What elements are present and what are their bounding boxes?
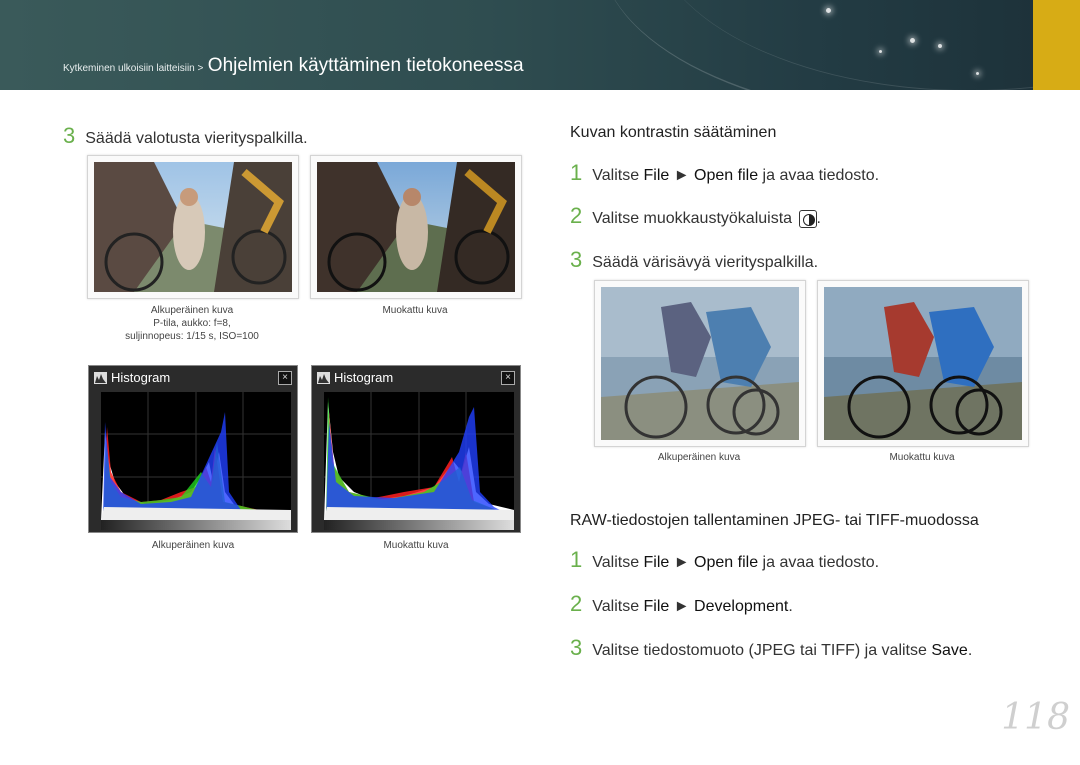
header-banner: Kytkeminen ulkoisiin laitteisiin > Ohjel… [0, 0, 1080, 90]
menu-open-file: Open file [694, 554, 759, 571]
step-text: . [816, 210, 821, 227]
contrast-step-3: 3 Säädä värisävyä vierityspalkilla. [570, 247, 818, 273]
step-text: Valitse [592, 167, 644, 184]
menu-development: Development [694, 598, 789, 615]
sparkle [938, 44, 942, 48]
histogram-icon [317, 372, 330, 384]
breadcrumb-parent: Kytkeminen ulkoisiin laitteisiin > [63, 63, 204, 74]
arrow: ► [669, 167, 695, 184]
step-text: Valitse muokkaustyökaluista [592, 210, 797, 227]
histogram-title: Histogram [334, 370, 394, 385]
menu-file: File [643, 167, 670, 184]
close-icon[interactable]: × [501, 371, 515, 385]
menu-save: Save [931, 642, 968, 659]
step-number: 3 [570, 247, 583, 272]
raw-heading: RAW-tiedostojen tallentaminen JPEG- tai … [570, 512, 979, 529]
caption-line: suljinnopeus: 1/15 s, ISO=100 [125, 331, 259, 342]
histogram-caption-original: Alkuperäinen kuva [151, 540, 235, 551]
caption-line: P-tila, aukko: f=8, [153, 318, 231, 329]
photo-modified-frame [310, 155, 522, 299]
step-number: 2 [570, 591, 583, 616]
raw-step-3: 3 Valitse tiedostomuoto (JPEG tai TIFF) j… [570, 635, 972, 661]
histogram-slider[interactable] [101, 520, 291, 530]
histogram-title: Histogram [111, 370, 171, 385]
bike-caption-original: Alkuperäinen kuva [657, 452, 741, 463]
step-text: Säädä valotusta vierityspalkilla. [85, 130, 308, 147]
bike-photo-modified [824, 287, 1022, 440]
menu-open-file: Open file [694, 167, 759, 184]
contrast-heading: Kuvan kontrastin säätäminen [570, 124, 777, 141]
sparkle [879, 50, 882, 53]
step-number: 1 [570, 547, 583, 572]
sparkle [976, 72, 979, 75]
histogram-original: Histogram × [88, 365, 298, 533]
step-number: 1 [570, 160, 583, 185]
page-number: 118 [1001, 697, 1070, 738]
step-text: Valitse tiedostomuoto (JPEG tai TIFF) ja… [592, 642, 932, 659]
sparkle [826, 8, 831, 13]
histogram-caption-modified: Muokattu kuva [383, 540, 449, 551]
step-text: . [967, 642, 973, 659]
step-number: 3 [63, 123, 76, 148]
step-text: Valitse [592, 598, 644, 615]
arrow: ► [669, 598, 695, 615]
close-icon[interactable]: × [278, 371, 292, 385]
menu-file: File [643, 554, 670, 571]
contrast-tool-icon [798, 209, 817, 228]
step-text: ja avaa tiedosto. [758, 554, 880, 571]
histogram-icon [94, 372, 107, 384]
caption-original: Alkuperäinen kuva P-tila, aukko: f=8, su… [87, 305, 297, 342]
step-text: Säädä värisävyä vierityspalkilla. [592, 254, 819, 271]
sparkle [910, 38, 915, 43]
left-step-3: 3 Säädä valotusta vierityspalkilla. [63, 123, 308, 149]
raw-step-1: 1 Valitse File ► Open file ja avaa tiedos… [570, 547, 879, 573]
contrast-step-1: 1 Valitse File ► Open file ja avaa tiedos… [570, 160, 879, 186]
histogram-slider[interactable] [324, 520, 514, 530]
step-text: ja avaa tiedosto. [758, 167, 880, 184]
bike-photo-original [601, 287, 799, 440]
caption-line: Alkuperäinen kuva [150, 305, 234, 316]
menu-file: File [643, 598, 670, 615]
breadcrumb-current: Ohjelmien käyttäminen tietokoneessa [207, 55, 524, 76]
bike-caption-modified: Muokattu kuva [889, 452, 955, 463]
contrast-step-2: 2 Valitse muokkaustyökaluista . [570, 203, 821, 229]
step-number: 3 [570, 635, 583, 660]
step-text: Valitse [592, 554, 644, 571]
step-text: . [788, 598, 793, 615]
bike-photo-original-frame [594, 280, 806, 447]
raw-step-2: 2 Valitse File ► Development. [570, 591, 793, 617]
histogram-plot [324, 392, 514, 530]
bike-photo-modified-frame [817, 280, 1029, 447]
caption-modified: Muokattu kuva [382, 305, 448, 316]
histogram-modified: Histogram × [311, 365, 521, 533]
step-number: 2 [570, 203, 583, 228]
breadcrumb: Kytkeminen ulkoisiin laitteisiin > Ohjel… [63, 55, 524, 77]
histogram-plot [101, 392, 291, 530]
photo-original-frame [87, 155, 299, 299]
arrow: ► [669, 554, 695, 571]
photo-modified [317, 162, 515, 292]
photo-original [94, 162, 292, 292]
chapter-tab [1033, 0, 1080, 90]
